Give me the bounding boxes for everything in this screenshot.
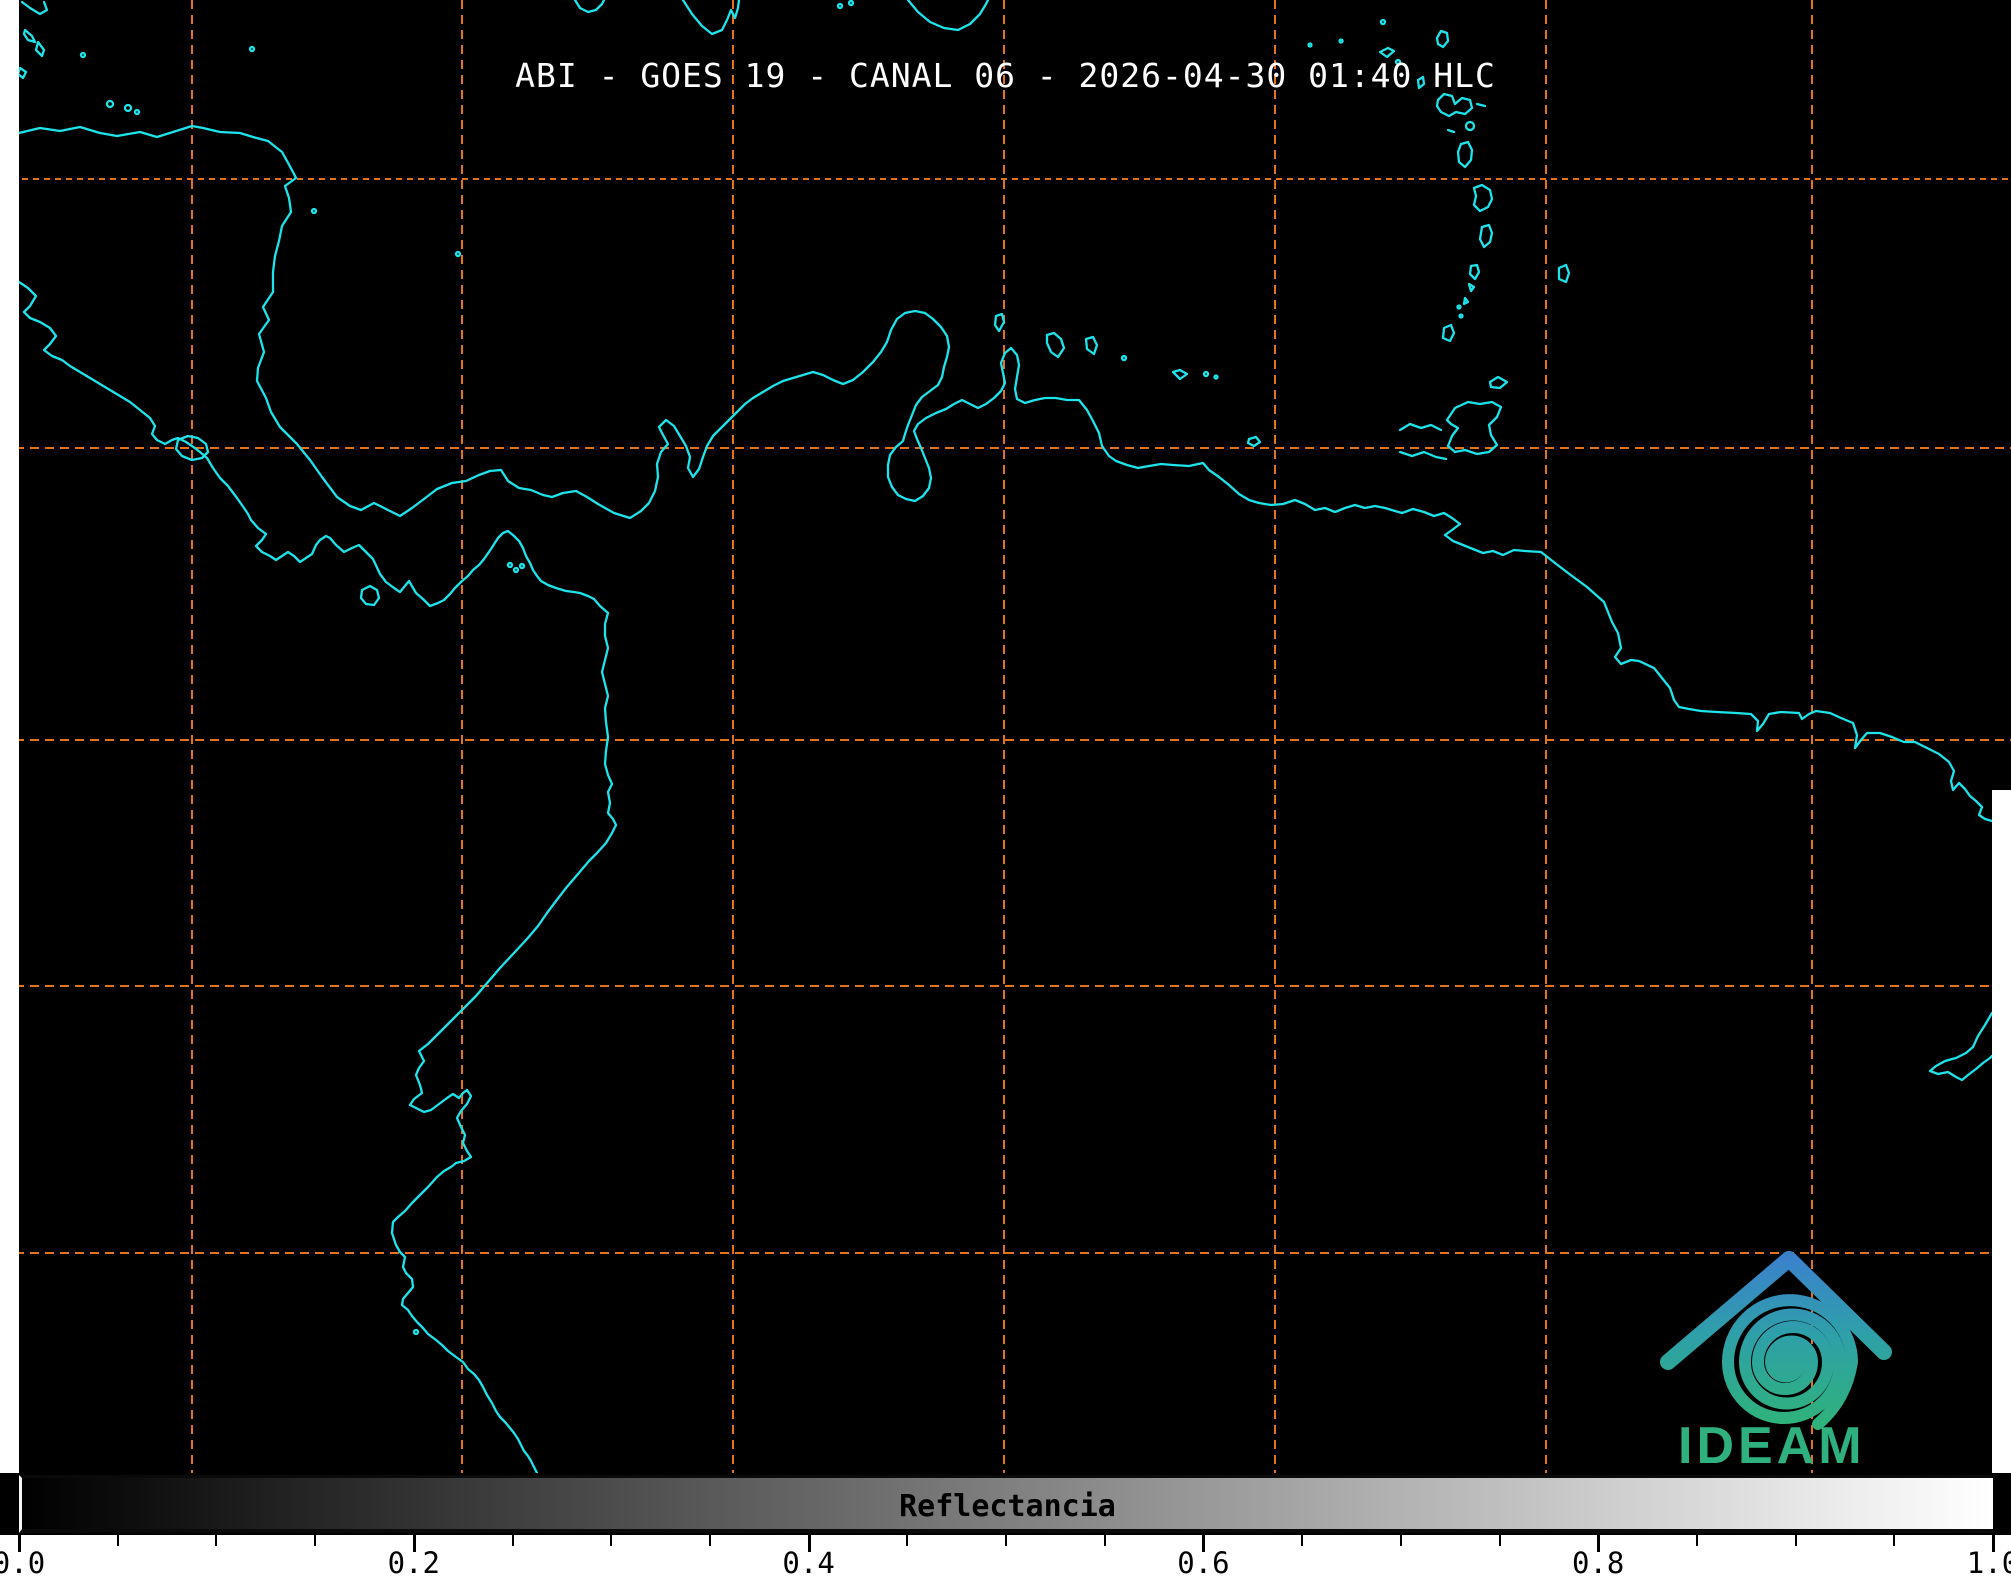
colorbar-tick [1498, 1535, 1501, 1546]
colorbar-tick [1893, 1535, 1896, 1546]
colorbar-tick [1695, 1535, 1698, 1546]
colorbar-tick-label: 0.0 [0, 1546, 46, 1577]
colorbar-tick [1005, 1535, 1007, 1546]
colorbar-tick [708, 1535, 711, 1546]
colorbar-tick [906, 1535, 909, 1546]
colorbar-tick [1399, 1535, 1402, 1546]
colorbar-axis: 0.0 0.2 0.4 0.6 0.8 1.0 [0, 1535, 2011, 1577]
colorbar-label: Reflectancia [899, 1489, 1116, 1524]
ideam-logo: IDEAM [1640, 1240, 1960, 1475]
colorbar-tick [511, 1535, 514, 1546]
logo-text: IDEAM [1678, 1417, 1866, 1475]
colorbar-tick [215, 1535, 218, 1546]
colorbar-tick-label: 0.6 [1177, 1546, 1230, 1577]
image-title: ABI - GOES 19 - CANAL 06 - 2026-04-30 01… [515, 56, 1496, 95]
colorbar: Reflectancia [19, 1475, 1993, 1533]
colorbar-tick-label: 0.8 [1571, 1546, 1625, 1577]
colorbar-tick [116, 1535, 119, 1546]
colorbar-tick [610, 1535, 613, 1546]
right-limb-strip [1992, 790, 2011, 1473]
left-limb-strip [0, 0, 19, 1473]
colorbar-tick-label: 0.2 [387, 1546, 440, 1577]
colorbar-tick [1301, 1535, 1304, 1546]
colorbar-tick [1794, 1535, 1797, 1546]
colorbar-tick-label: 0.4 [782, 1546, 835, 1577]
colorbar-tick-label: 1.0 [1966, 1546, 2011, 1577]
colorbar-tick [1103, 1535, 1106, 1546]
satellite-image-viewer: ABI - GOES 19 - CANAL 06 - 2026-04-30 01… [0, 0, 2011, 1577]
colorbar-tick [314, 1535, 317, 1546]
